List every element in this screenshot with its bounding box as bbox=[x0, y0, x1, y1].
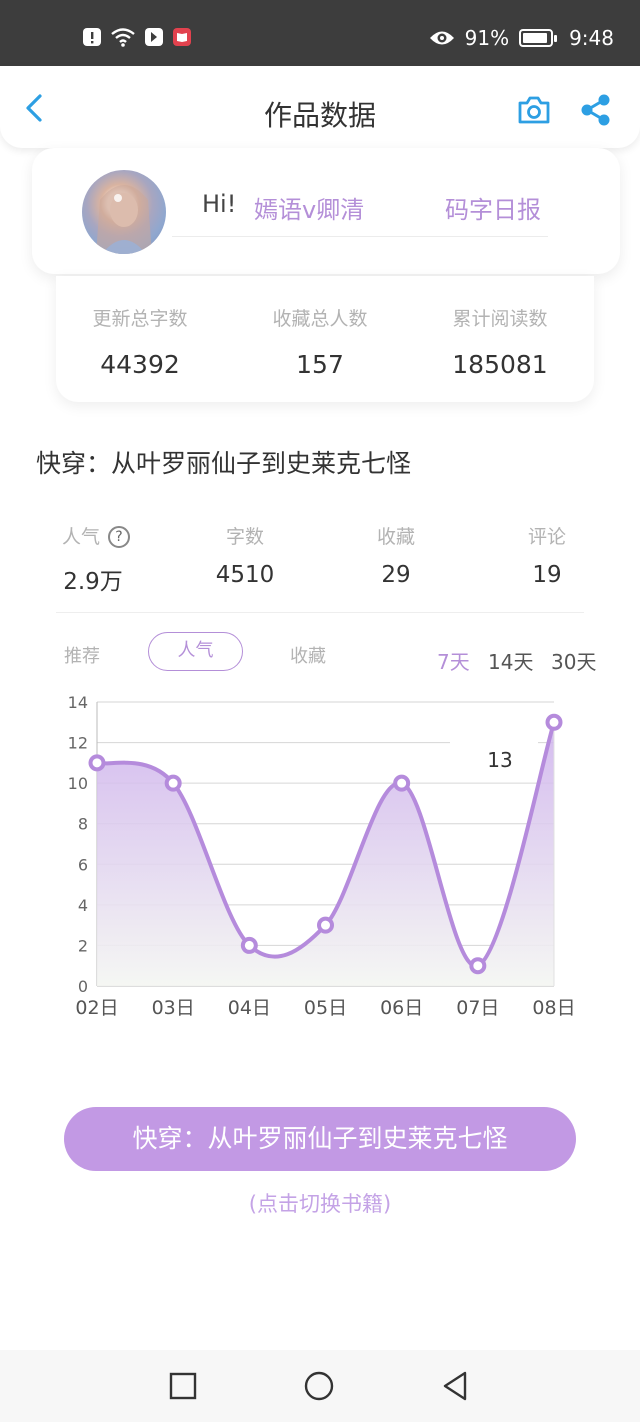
help-icon[interactable]: ? bbox=[108, 526, 130, 548]
stat-label: 收藏总人数 bbox=[272, 308, 368, 330]
y-tick-label: 12 bbox=[68, 734, 88, 753]
status-bar: 91% 9:48 bbox=[0, 0, 640, 66]
data-point bbox=[240, 936, 258, 954]
stat-value: 157 bbox=[296, 350, 344, 379]
battery-percent: 91% bbox=[464, 26, 510, 50]
battery-level bbox=[523, 33, 548, 43]
divider bbox=[172, 236, 548, 237]
circle-icon[interactable] bbox=[303, 1370, 335, 1402]
status-icons-right: 91% 9:48 bbox=[429, 26, 614, 50]
x-tick-label: 05日 bbox=[304, 997, 347, 1019]
favorites-value: 29 bbox=[381, 562, 411, 588]
popularity-chart: 0 2 4 6 8 10 12 14 13 02日 03日 04日 05日 06日 07日 08日 bbox=[68, 693, 576, 1019]
y-tick-label: 0 bbox=[78, 977, 88, 996]
x-tick-label: 04日 bbox=[228, 997, 271, 1019]
data-point bbox=[469, 957, 487, 975]
stat-label: 累计阅读数 bbox=[452, 308, 548, 330]
alert-icon bbox=[83, 28, 101, 46]
stat-value: 185081 bbox=[452, 350, 548, 379]
x-tick-label: 07日 bbox=[456, 997, 499, 1019]
tab-favorites[interactable]: 收藏 bbox=[290, 642, 326, 668]
data-point bbox=[88, 754, 106, 772]
top-nav: 作品数据 bbox=[0, 66, 640, 148]
camera-icon[interactable] bbox=[516, 94, 552, 126]
greeting-text: Hi! bbox=[202, 190, 237, 218]
square-icon[interactable] bbox=[167, 1370, 199, 1402]
avatar[interactable] bbox=[82, 170, 166, 254]
triangle-back-icon[interactable] bbox=[439, 1370, 471, 1402]
data-point bbox=[164, 774, 182, 792]
y-tick-label: 14 bbox=[68, 693, 88, 712]
tab-recommend[interactable]: 推荐 bbox=[64, 642, 100, 668]
status-icons-left bbox=[82, 26, 192, 48]
range-14-days[interactable]: 14天 bbox=[488, 646, 533, 675]
comments-value: 19 bbox=[532, 562, 562, 588]
y-tick-label: 8 bbox=[78, 815, 88, 834]
tab-popularity[interactable]: 人气 bbox=[148, 632, 243, 671]
x-tick-label: 08日 bbox=[532, 997, 575, 1019]
daily-report-link[interactable]: 码字日报 bbox=[445, 190, 541, 225]
y-tick-label: 6 bbox=[78, 855, 88, 874]
tooltip-value: 13 bbox=[487, 748, 512, 772]
y-tick-label: 4 bbox=[78, 896, 88, 915]
comments-label: 评论 bbox=[527, 526, 566, 548]
battery-icon bbox=[519, 29, 558, 47]
y-tick-label: 10 bbox=[68, 774, 88, 793]
stat-label-text: 人气 bbox=[61, 526, 100, 548]
totals-card: 更新总字数 44392 收藏总人数 157 累计阅读数 185081 bbox=[56, 276, 594, 402]
book-app-icon bbox=[173, 28, 191, 46]
stat-value: 44392 bbox=[100, 350, 180, 379]
switch-book-hint[interactable]: (点击切换书籍) bbox=[0, 1188, 640, 1218]
username: 嫣语v卿清 bbox=[254, 196, 365, 224]
share-icon[interactable] bbox=[578, 92, 614, 128]
system-nav-bar bbox=[0, 1350, 640, 1422]
profile-card: Hi! 嫣语v卿清 码字日报 bbox=[32, 148, 620, 274]
y-tick-label: 2 bbox=[78, 936, 88, 955]
data-point bbox=[545, 713, 563, 731]
eye-icon bbox=[429, 31, 454, 45]
divider bbox=[56, 612, 584, 613]
data-point bbox=[317, 916, 334, 934]
wifi-icon bbox=[111, 28, 135, 47]
word-count-label: 字数 bbox=[225, 526, 264, 548]
popularity-value: 2.9万 bbox=[63, 569, 123, 595]
stat-label: 更新总字数 bbox=[92, 308, 188, 330]
clock: 9:48 bbox=[569, 26, 614, 50]
range-30-days[interactable]: 30天 bbox=[551, 646, 596, 675]
data-point bbox=[393, 774, 411, 792]
favorites-label: 收藏 bbox=[376, 526, 415, 548]
book-title: 快穿：从叶罗丽仙子到史莱克七怪 bbox=[36, 449, 412, 478]
x-tick-label: 02日 bbox=[75, 997, 118, 1019]
switch-book-button[interactable]: 快穿：从叶罗丽仙子到史莱克七怪 bbox=[64, 1107, 576, 1171]
x-tick-label: 06日 bbox=[380, 997, 423, 1019]
popularity-label: 人气? bbox=[36, 522, 156, 549]
x-tick-label: 03日 bbox=[152, 997, 195, 1019]
word-count-value: 4510 bbox=[215, 562, 275, 588]
avatar-illustration bbox=[96, 185, 152, 254]
range-7-days[interactable]: 7天 bbox=[437, 646, 470, 675]
app-icon bbox=[145, 28, 163, 46]
